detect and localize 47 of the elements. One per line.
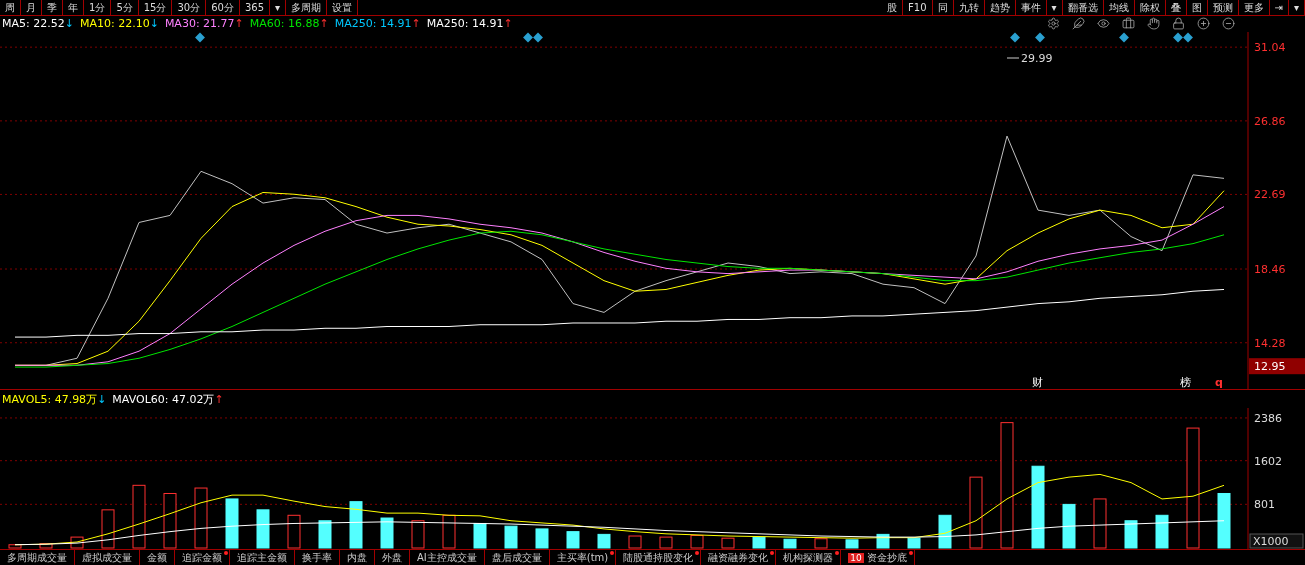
up-arrow-icon: ↑	[411, 17, 421, 31]
up-arrow-icon: ↑	[234, 17, 244, 31]
down-arrow-icon: ↓	[64, 17, 74, 31]
zoom-in-icon[interactable]	[1197, 17, 1210, 31]
settings-icon[interactable]	[1047, 17, 1060, 31]
eye-icon[interactable]	[1097, 17, 1110, 31]
axis-label: 801	[1254, 498, 1275, 512]
count-badge: 10	[848, 552, 864, 563]
axis-label: 31.04	[1254, 41, 1286, 55]
briefcase-icon[interactable]	[1122, 17, 1135, 31]
event-marker-icon[interactable]	[1035, 32, 1045, 43]
high-price-callout: 29.99	[1006, 51, 1053, 65]
up-arrow-icon: ↑	[319, 17, 329, 31]
up-arrow-icon: ↑	[503, 17, 513, 31]
lock-icon[interactable]	[1172, 17, 1185, 31]
indicator-value: MAVOL60: 47.02万	[112, 391, 215, 407]
indicator-value: MA5: 22.52	[2, 17, 65, 31]
axis-label: 2386	[1254, 412, 1282, 426]
axis-label: 1602	[1254, 454, 1282, 468]
axis-label: 18.46	[1254, 263, 1286, 276]
event-tag[interactable]: 财	[1032, 375, 1043, 389]
axis-label: 14.28	[1254, 336, 1286, 350]
feather-icon[interactable]	[1072, 17, 1085, 31]
unit-label: X1000	[1249, 533, 1304, 549]
event-marker-icon[interactable]	[1173, 32, 1183, 43]
indicator-value: MAVOL5: 47.98万	[2, 391, 98, 407]
zoom-out-icon[interactable]	[1222, 17, 1235, 31]
axis-label: 26.86	[1254, 114, 1286, 128]
event-marker-icon[interactable]	[1010, 32, 1020, 43]
down-arrow-icon: ↓	[149, 17, 159, 31]
indicator-value: MA60: 16.88	[249, 17, 320, 31]
event-marker-icon[interactable]	[1119, 32, 1129, 43]
event-tag[interactable]: q	[1215, 375, 1223, 389]
indicator-value: MA10: 22.10	[79, 17, 150, 31]
event-marker-icon[interactable]	[1183, 32, 1193, 43]
event-marker-icon[interactable]	[533, 32, 543, 43]
indicator-value: MA250: 14.91	[426, 17, 504, 31]
current-price-tag: 12.95	[1249, 358, 1305, 375]
up-arrow-icon: ↑	[214, 392, 224, 406]
event-marker-icon[interactable]	[523, 32, 533, 43]
indicator-value: MA250: 14.91	[334, 17, 412, 31]
axis-label: 22.69	[1254, 188, 1286, 202]
event-marker-icon[interactable]	[195, 32, 205, 43]
hand-icon[interactable]	[1147, 17, 1160, 31]
event-tag[interactable]: 榜	[1180, 375, 1191, 389]
down-arrow-icon: ↓	[97, 392, 107, 406]
indicator-value: MA30: 21.77	[164, 17, 235, 31]
